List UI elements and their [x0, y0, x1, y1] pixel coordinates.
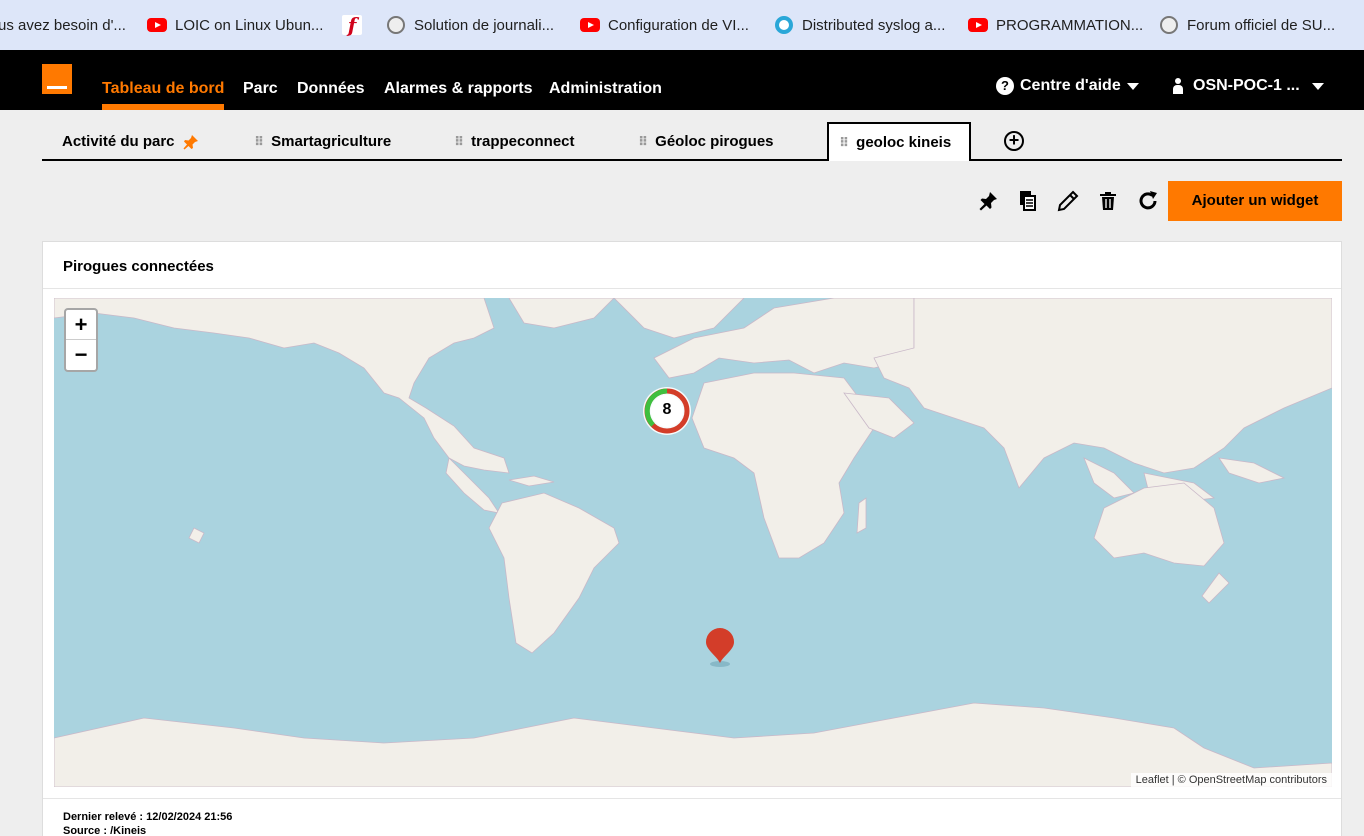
delete-icon[interactable]	[1097, 190, 1119, 212]
chevron-down-icon	[1311, 82, 1324, 90]
nav-dashboard[interactable]: Tableau de bord	[102, 80, 225, 110]
tab-label: geoloc kineis	[856, 134, 952, 151]
divider	[43, 798, 1341, 799]
user-icon	[1173, 78, 1183, 94]
pin-icon	[183, 134, 198, 150]
bookmark-2[interactable]: LOIC on Linux Ubun...	[147, 0, 323, 50]
tab-label: Smartagriculture	[271, 133, 392, 150]
question-icon: ?	[996, 77, 1014, 95]
bookmark-label: Forum officiel de SU...	[1187, 16, 1336, 34]
tab-smartagriculture[interactable]: ⠿ Smartagriculture	[254, 122, 391, 161]
bookmark-label: us avez besoin d'...	[0, 16, 126, 34]
widget-pirogues-connectees: Pirogues connectées + − 8 Leaflet | © Op…	[42, 241, 1342, 836]
tab-geoloc-pirogues[interactable]: ⠿ Géoloc pirogues	[638, 122, 774, 161]
bookmark-1[interactable]: us avez besoin d'...	[0, 0, 126, 50]
tab-label: Géoloc pirogues	[655, 133, 774, 150]
user-label: OSN-POC-1 ...	[1193, 77, 1300, 94]
bookmark-label: Distributed syslog a...	[802, 16, 946, 34]
bookmarks-bar: us avez besoin d'... LOIC on Linux Ubun.…	[0, 0, 1364, 50]
add-widget-button[interactable]: Ajouter un widget	[1168, 181, 1342, 221]
nav-alarmes-rapports[interactable]: Alarmes & rapports	[384, 80, 533, 98]
drag-handle-icon[interactable]: ⠿	[839, 135, 849, 151]
add-tab-button[interactable]: +	[1004, 131, 1024, 151]
youtube-icon	[968, 15, 988, 35]
help-center-label: Centre d'aide	[1020, 77, 1121, 94]
bookmark-8[interactable]: Forum officiel de SU...	[1159, 0, 1335, 50]
orange-logo[interactable]	[42, 64, 72, 94]
zoom-in-button[interactable]: +	[66, 310, 96, 340]
bookmark-label: Solution de journali...	[414, 16, 555, 34]
bookmark-4[interactable]: Solution de journali...	[386, 0, 554, 50]
last-reading-text: Dernier relevé : 12/02/2024 21:56	[63, 811, 233, 823]
tab-trappeconnect[interactable]: ⠿ trappeconnect	[454, 122, 575, 161]
world-map[interactable]: + − 8 Leaflet | © OpenStreetMap contribu…	[54, 298, 1332, 787]
zoom-out-button[interactable]: −	[66, 340, 96, 370]
youtube-icon	[147, 15, 167, 35]
nav-administration[interactable]: Administration	[549, 80, 662, 98]
refresh-icon[interactable]	[1137, 190, 1159, 212]
bookmark-3[interactable]: f	[342, 0, 370, 50]
user-menu[interactable]: OSN-POC-1 ...	[1173, 77, 1324, 95]
map-attribution: Leaflet | © OpenStreetMap contributors	[1130, 773, 1332, 787]
drag-handle-icon[interactable]: ⠿	[454, 134, 464, 150]
edit-icon[interactable]	[1057, 190, 1079, 212]
globe-icon	[1159, 15, 1179, 35]
bookmark-label: Configuration de VI...	[608, 16, 749, 34]
bookmark-label: LOIC on Linux Ubun...	[175, 16, 324, 34]
widget-title: Pirogues connectées	[63, 258, 214, 275]
divider	[43, 288, 1341, 289]
map-tiles	[54, 298, 1332, 787]
drag-handle-icon[interactable]: ⠿	[254, 134, 264, 150]
bookmark-6[interactable]: Distributed syslog a...	[774, 0, 945, 50]
dashboard-tabs: Activité du parc ⠿ Smartagriculture ⠿ tr…	[42, 122, 1342, 161]
tab-activite-du-parc[interactable]: Activité du parc	[62, 122, 198, 161]
nav-donnees[interactable]: Données	[297, 80, 365, 98]
copy-icon[interactable]	[1017, 190, 1039, 212]
flash-icon: f	[342, 15, 362, 35]
nav-parc[interactable]: Parc	[243, 80, 278, 98]
circle-icon	[774, 15, 794, 35]
drag-handle-icon[interactable]: ⠿	[638, 134, 648, 150]
chevron-down-icon	[1126, 82, 1139, 90]
top-navigation: Tableau de bord Parc Données Alarmes & r…	[0, 50, 1364, 110]
source-text: Source : /Kineis	[63, 825, 147, 836]
pin-icon[interactable]	[977, 190, 999, 212]
youtube-icon	[580, 15, 600, 35]
bookmark-label: PROGRAMMATION...	[996, 16, 1144, 34]
cluster-count: 8	[662, 401, 672, 418]
tab-label: trappeconnect	[471, 133, 575, 150]
zoom-control: + −	[64, 308, 98, 372]
bookmark-7[interactable]: PROGRAMMATION...	[968, 0, 1143, 50]
site-icon	[386, 15, 406, 35]
map-marker-icon[interactable]	[705, 628, 735, 668]
bookmark-5[interactable]: Configuration de VI...	[580, 0, 749, 50]
tab-label: Activité du parc	[62, 133, 175, 150]
tab-geoloc-kineis[interactable]: ⠿ geoloc kineis	[827, 122, 972, 161]
marker-cluster[interactable]: 8	[642, 386, 692, 436]
help-center-menu[interactable]: ? Centre d'aide	[996, 77, 1139, 95]
